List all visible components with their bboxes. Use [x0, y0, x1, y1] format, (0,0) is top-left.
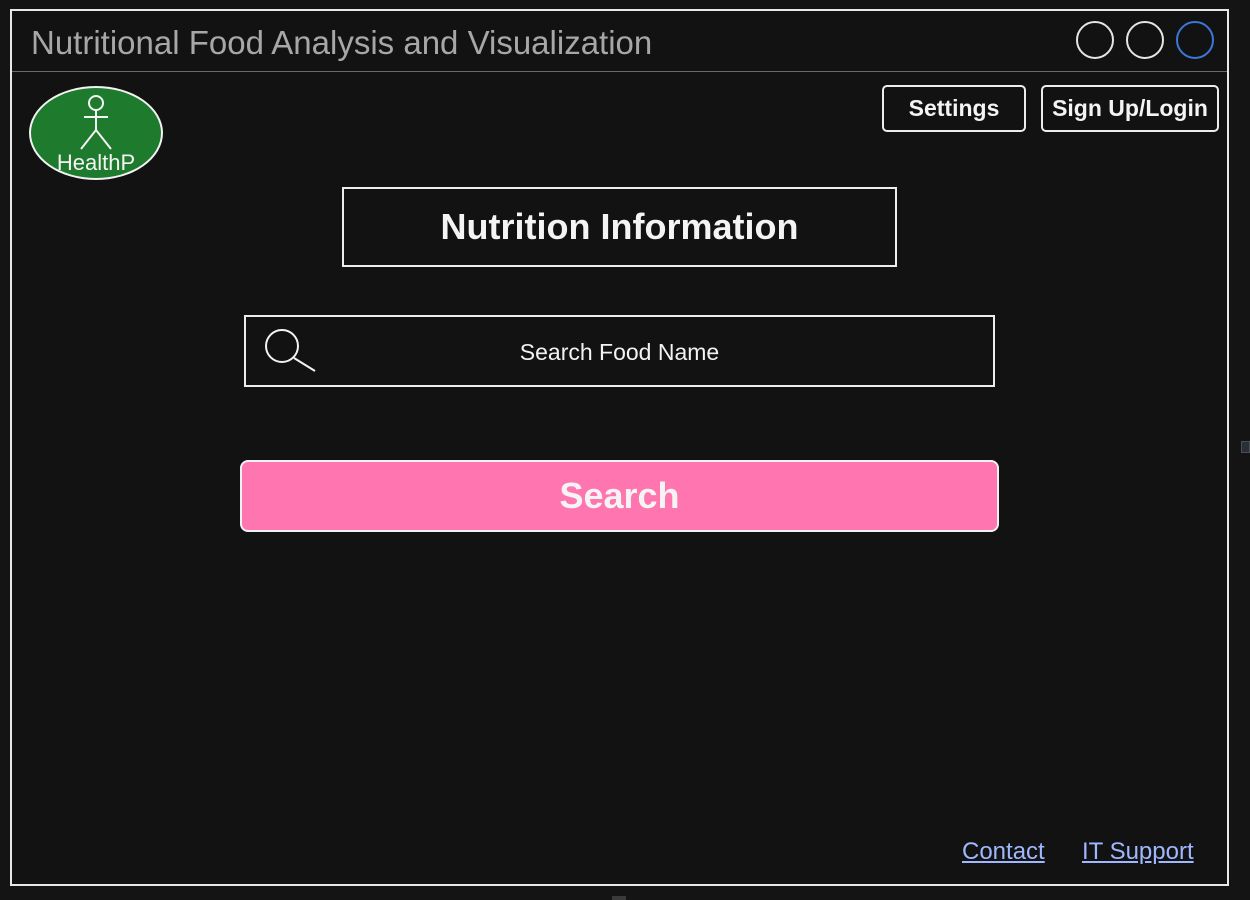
app-window: Nutritional Food Analysis and Visualizat… [10, 9, 1229, 886]
window-control-button[interactable] [1076, 21, 1114, 59]
page-title: Nutrition Information [440, 206, 799, 247]
search-button[interactable]: Search [240, 460, 999, 532]
contact-link[interactable]: Contact [962, 838, 1045, 866]
search-placeholder: Search Food Name [519, 339, 720, 365]
logo-label: HealthP [56, 150, 136, 175]
bottom-resize-handle[interactable] [612, 896, 626, 900]
sign-up-login-button[interactable]: Sign Up/Login [1041, 85, 1219, 132]
search-input[interactable]: Search Food Name [244, 315, 995, 387]
window-control-button[interactable] [1126, 21, 1164, 59]
it-support-link[interactable]: IT Support [1082, 838, 1194, 866]
window-control-button-active[interactable] [1176, 21, 1214, 59]
resize-handle[interactable] [1241, 441, 1250, 453]
settings-button[interactable]: Settings [882, 85, 1026, 132]
page-title-box: Nutrition Information [342, 187, 897, 267]
window-title: Nutritional Food Analysis and Visualizat… [31, 24, 653, 61]
title-bar: Nutritional Food Analysis and Visualizat… [12, 11, 1227, 72]
healthp-logo[interactable]: HealthP [29, 86, 163, 180]
